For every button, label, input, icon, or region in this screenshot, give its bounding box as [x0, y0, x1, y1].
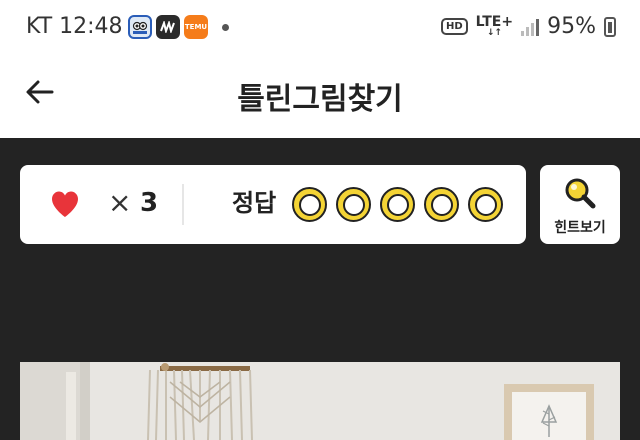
answer-slot-inner: [298, 193, 321, 216]
answer-slot-inner: [342, 193, 365, 216]
battery-icon: [604, 16, 616, 37]
signal-icon: [521, 18, 540, 36]
answer-slot: [380, 187, 415, 222]
answer-slot-inner: [430, 193, 453, 216]
magnifier-icon: [565, 178, 596, 209]
more-notifications-dot: [222, 23, 229, 31]
lte-icon: LTE+ ↓↑: [476, 15, 513, 38]
answer-slot: [468, 187, 503, 222]
answer-slot: [336, 187, 371, 222]
score-panel: × 3 정답: [20, 165, 526, 244]
data-arrows-icon: ↓↑: [486, 28, 502, 38]
game-mascot-icon: [128, 15, 152, 39]
answer-slot-inner: [386, 193, 409, 216]
app-header: 틀린그림찾기: [0, 56, 640, 138]
puzzle-photo: [20, 362, 620, 440]
answer-slot: [424, 187, 459, 222]
hint-label: 힌트보기: [554, 220, 606, 236]
heart-icon: [52, 191, 78, 217]
answer-label: 정답: [232, 189, 277, 217]
hd-voice-icon: HD: [440, 18, 468, 35]
page-title: 틀린그림찾기: [237, 82, 403, 117]
answer-slots: [292, 187, 503, 222]
news-app-icon: [156, 15, 180, 39]
battery-percent: 95%: [547, 14, 596, 39]
status-bar: KT 12:48 TEMU HD LTE+ ↓↑ 95%: [0, 0, 640, 56]
temu-app-label: TEMU: [184, 23, 208, 31]
lives-count: 3: [140, 188, 159, 218]
system-icons: HD LTE+ ↓↑ 95%: [440, 14, 616, 39]
hint-button[interactable]: 힌트보기: [540, 165, 620, 244]
answer-slot: [292, 187, 327, 222]
status-time: KT 12:48: [26, 14, 123, 39]
answer-slot-inner: [474, 193, 497, 216]
notification-icons: TEMU: [128, 15, 229, 39]
panel-divider: [182, 184, 184, 225]
puzzle-image[interactable]: [20, 362, 620, 440]
temu-app-icon: TEMU: [184, 15, 208, 39]
times-sign: ×: [108, 186, 132, 219]
